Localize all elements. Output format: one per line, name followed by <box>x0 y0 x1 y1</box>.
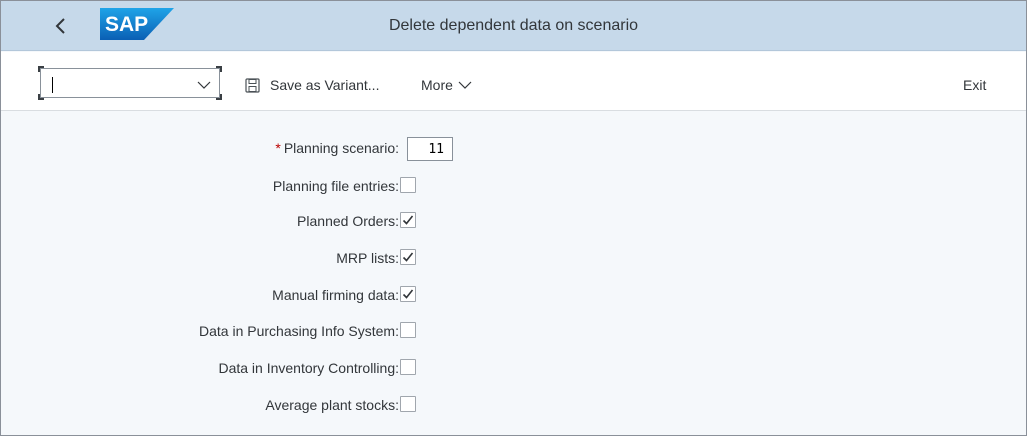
save-icon <box>245 77 260 93</box>
average-plant-stocks-checkbox[interactable] <box>400 396 416 412</box>
field-label: Planning file entries: <box>272 178 399 194</box>
field-label: Manual firming data: <box>272 287 399 303</box>
required-indicator: * <box>275 140 281 156</box>
more-menu-button[interactable]: More <box>421 75 472 95</box>
planning-file-entries-checkbox[interactable] <box>400 177 416 193</box>
field-label: Planned Orders: <box>297 213 399 229</box>
field-label: Data in Inventory Controlling: <box>218 360 399 376</box>
planning-scenario-label: * Planning scenario: <box>275 140 399 156</box>
text-caret <box>52 77 53 93</box>
field-label: Data in Purchasing Info System: <box>199 323 399 339</box>
chevron-down-icon <box>197 81 211 89</box>
checkmark-icon <box>402 215 414 225</box>
page-title: Delete dependent data on scenario <box>388 17 639 34</box>
field-label: Average plant stocks: <box>265 397 399 413</box>
form-row-mrp-lists: MRP lists: <box>1 247 601 269</box>
checkmark-icon <box>402 289 414 299</box>
form-row-average-plant-stocks: Average plant stocks: <box>1 394 601 416</box>
save-as-variant-label: Save as Variant... <box>270 77 380 93</box>
form-row-manual-firming-data: Manual firming data: <box>1 284 601 306</box>
exit-label: Exit <box>963 77 987 93</box>
chevron-down-icon <box>458 81 472 89</box>
manual-firming-data-checkbox[interactable] <box>400 286 416 302</box>
form-row-purchasing-info-system: Data in Purchasing Info System: <box>1 320 601 342</box>
planned-orders-checkbox[interactable] <box>400 212 416 228</box>
command-input[interactable] <box>40 68 220 98</box>
planning-scenario-input[interactable]: 11 <box>407 137 453 161</box>
form-row-planning-file-entries: Planning file entries: <box>1 175 601 197</box>
form-row-planned-orders: Planned Orders: <box>1 210 601 232</box>
command-field[interactable] <box>38 66 222 100</box>
command-dropdown-button[interactable] <box>195 76 213 94</box>
form-row-inventory-controlling: Data in Inventory Controlling: <box>1 357 601 379</box>
shell-bar: SAP Delete dependent data on scenario <box>1 1 1026 51</box>
field-label: MRP lists: <box>336 250 399 266</box>
app-window: SAP Delete dependent data on scenario Sa… <box>0 0 1027 436</box>
planning-scenario-label-text: Planning scenario: <box>283 140 399 156</box>
planning-scenario-row: * Planning scenario: 11 <box>1 137 601 161</box>
purchasing-info-system-checkbox[interactable] <box>400 322 416 338</box>
checkmark-icon <box>402 252 414 262</box>
inventory-controlling-checkbox[interactable] <box>400 359 416 375</box>
exit-button[interactable]: Exit <box>963 75 986 95</box>
mrp-lists-checkbox[interactable] <box>400 249 416 265</box>
more-label: More <box>421 77 453 93</box>
save-as-variant-button[interactable]: Save as Variant... <box>245 75 379 95</box>
